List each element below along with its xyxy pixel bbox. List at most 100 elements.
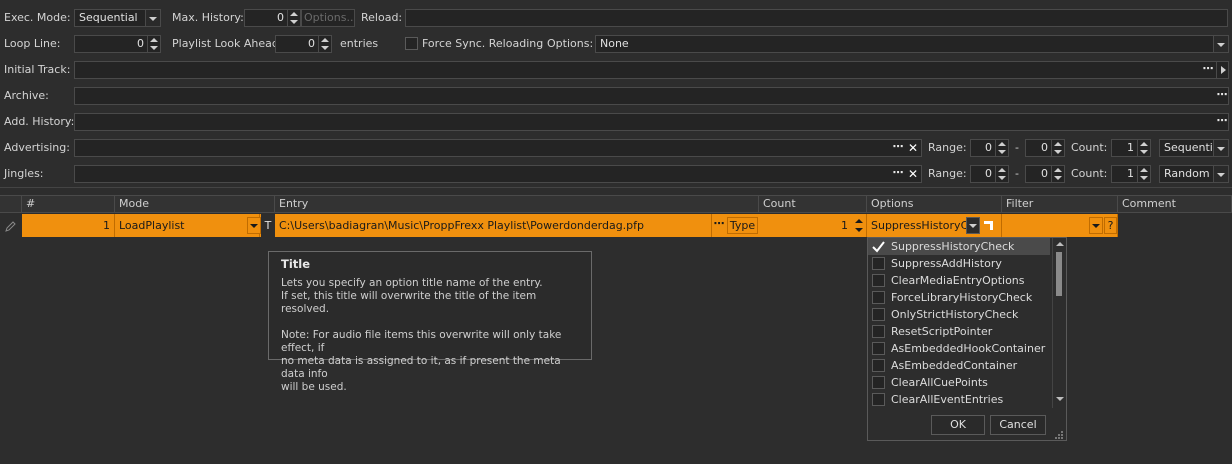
row-entry[interactable]: C:\Users\badiagran\Music\ProppFrexx Play… [275,214,712,237]
option-item[interactable]: AsEmbeddedHookContainer [868,340,1050,357]
clear-x-icon[interactable]: ✕ [907,166,919,182]
table-row[interactable]: 1 LoadPlaylist T C:\Users\badiagran\Musi… [22,214,1118,237]
jingles-mode-select[interactable]: Random [1159,165,1229,183]
column-filter[interactable]: Filter [1002,196,1118,212]
title-toggle-button[interactable]: T [261,214,275,237]
option-item[interactable]: AsEmbeddedContainer [868,357,1050,374]
resize-grip-icon[interactable] [1054,429,1064,439]
force-sync-reloading-checkbox[interactable] [405,37,418,50]
browse-ellipsis-icon[interactable]: ⋯ [1215,88,1229,104]
advertising-count[interactable]: 1 [1111,139,1151,157]
dropdown-scrollbar[interactable] [1052,238,1066,408]
jingles-range-from[interactable]: 0 [970,165,1009,183]
spin-arrows-icon[interactable] [1137,140,1150,156]
options-button[interactable]: Options... [301,9,355,27]
playlist-look-ahead-spinner[interactable]: 0 [275,35,332,53]
spin-arrows-icon[interactable] [318,36,331,52]
chevron-down-icon[interactable] [1213,166,1228,182]
spin-arrows-icon[interactable] [995,166,1008,182]
advertising-input[interactable] [74,139,922,157]
spin-arrows-icon[interactable] [1137,166,1150,182]
chevron-down-icon[interactable] [145,10,160,26]
option-item[interactable]: ResetScriptPointer [868,323,1050,340]
advertising-range-to[interactable]: 0 [1025,139,1065,157]
browse-ellipsis-icon[interactable]: ⋯ [1201,62,1215,78]
playlist-look-ahead-value: 0 [308,37,315,50]
option-item[interactable]: ClearAllCuePoints [868,374,1050,391]
option-checkbox[interactable] [872,257,885,270]
chevron-down-icon[interactable] [966,217,980,234]
type-button[interactable]: Type [727,217,758,234]
spin-arrows-icon[interactable] [995,140,1008,156]
scrollbar-thumb[interactable] [1056,252,1062,296]
checkmark-icon[interactable] [871,239,886,254]
spin-arrows-icon[interactable] [147,36,160,52]
max-history-spinner[interactable]: 0 [244,9,301,27]
advertising-range-from[interactable]: 0 [970,139,1009,157]
browse-ellipsis-icon[interactable]: ⋯ [1215,114,1229,130]
option-item[interactable]: OnlyStrictHistoryCheck [868,306,1050,323]
option-label: SuppressAddHistory [891,257,1002,270]
jingles-label: Jingles: [4,167,44,180]
play-arrow-icon[interactable] [1216,62,1229,78]
column-options[interactable]: Options [867,196,1002,212]
reload-input[interactable] [405,9,1228,27]
option-item[interactable]: SuppressAddHistory [868,255,1050,272]
option-checkbox[interactable] [872,274,885,287]
advertising-mode-select[interactable]: Sequential [1159,139,1229,157]
filter-help-button[interactable]: ? [1104,217,1117,234]
loop-line-spinner[interactable]: 0 [74,35,161,53]
browse-ellipsis-icon[interactable]: ⋯ [712,217,726,233]
option-item[interactable]: ClearAllEventEntries [868,391,1050,408]
column-index[interactable]: # [22,196,115,212]
option-checkbox[interactable] [872,342,885,355]
option-checkbox[interactable] [872,291,885,304]
chevron-down-icon[interactable] [247,217,261,234]
row-mode[interactable]: LoadPlaylist [115,214,260,237]
option-label: ForceLibraryHistoryCheck [891,291,1033,304]
cancel-button[interactable]: Cancel [990,415,1046,435]
browse-ellipsis-icon[interactable]: ⋯ [891,140,905,156]
clear-x-icon[interactable]: ✕ [907,140,919,156]
ok-button[interactable]: OK [931,415,985,435]
column-entry[interactable]: Entry [275,196,759,212]
option-checkbox[interactable] [872,393,885,406]
loop-line-label: Loop Line: [4,37,61,50]
entries-suffix: entries [340,37,379,50]
jingles-count[interactable]: 1 [1111,165,1151,183]
spin-arrows-icon[interactable] [853,216,865,235]
column-mode[interactable]: Mode [115,196,275,212]
option-item[interactable]: ClearMediaEntryOptions [868,272,1050,289]
range-from-value: 0 [985,167,992,180]
row-index: 1 [22,214,115,237]
initial-track-input[interactable] [74,61,1229,79]
chevron-down-icon[interactable] [1089,217,1103,234]
exec-mode-select[interactable]: Sequential [74,9,161,27]
column-count[interactable]: Count [759,196,867,212]
option-item[interactable]: SuppressHistoryCheck [868,238,1050,255]
option-label: ClearAllEventEntries [891,393,1004,406]
spin-arrows-icon[interactable] [1051,166,1064,182]
column-comment[interactable]: Comment [1118,196,1232,212]
options-select[interactable]: None [595,35,1229,53]
exec-mode-label: Exec. Mode: [4,11,71,24]
option-checkbox[interactable] [872,325,885,338]
add-history-label: Add. History: [4,115,75,128]
option-checkbox[interactable] [872,376,885,389]
option-checkbox[interactable] [872,359,885,372]
option-item[interactable]: ForceLibraryHistoryCheck [868,289,1050,306]
add-history-input[interactable] [74,113,1229,131]
options-picker-icon[interactable] [982,217,998,234]
spin-arrows-icon[interactable] [1051,140,1064,156]
scroll-down-icon[interactable] [1056,396,1064,402]
chevron-down-icon[interactable] [1213,36,1228,52]
spin-arrows-icon[interactable] [287,10,300,26]
option-checkbox[interactable] [872,308,885,321]
scroll-up-icon[interactable] [1056,241,1064,247]
jingles-input[interactable] [74,165,922,183]
jingles-range-to[interactable]: 0 [1025,165,1065,183]
archive-input[interactable] [74,87,1229,105]
chevron-down-icon[interactable] [1213,140,1228,156]
browse-ellipsis-icon[interactable]: ⋯ [891,166,905,182]
row-count[interactable]: 1 [759,214,867,237]
